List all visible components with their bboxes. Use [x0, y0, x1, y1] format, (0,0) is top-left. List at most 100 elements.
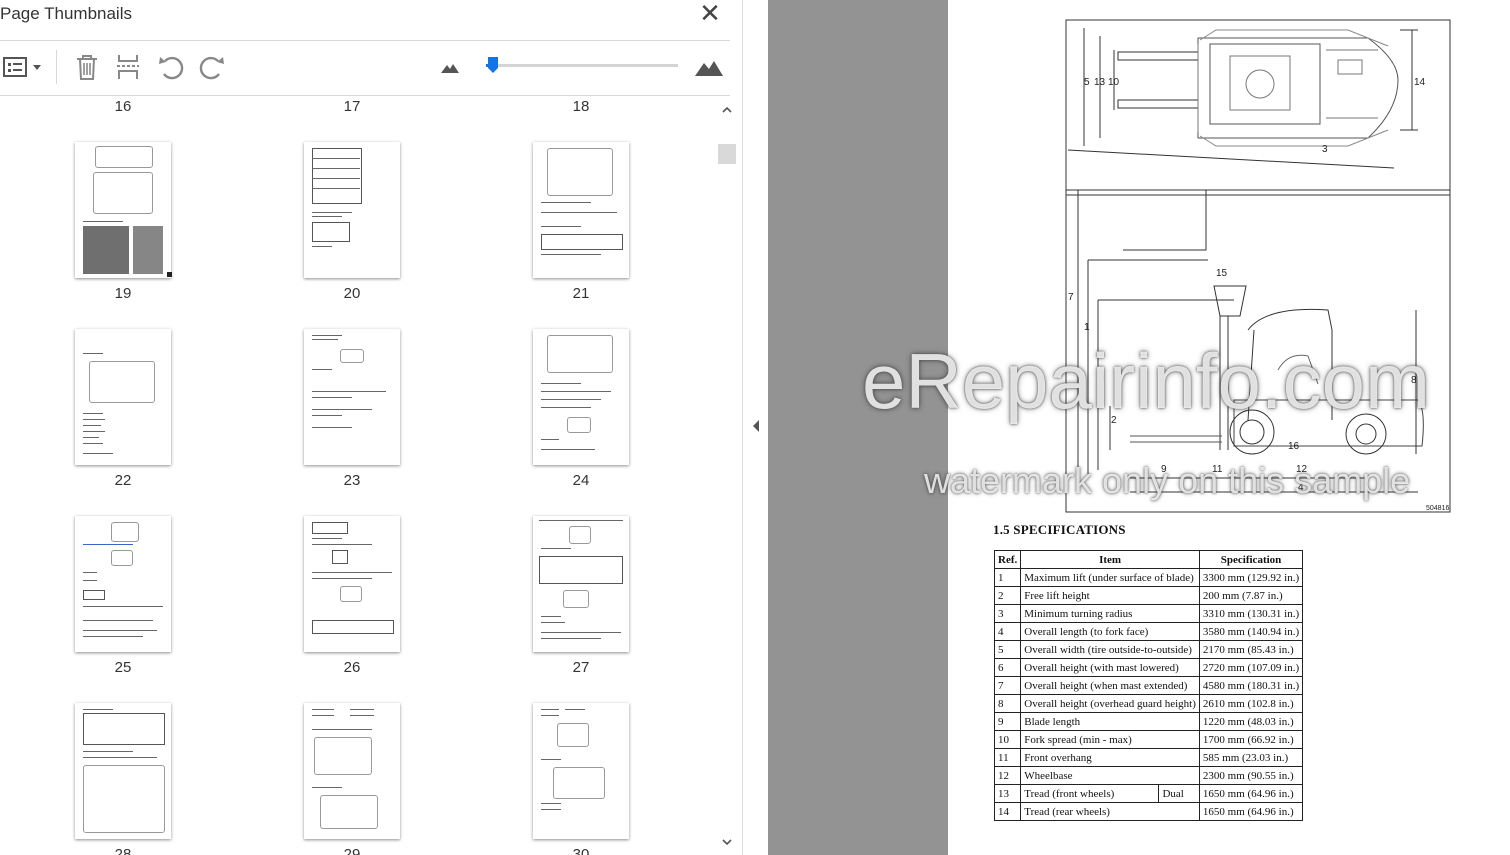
page-thumbnail[interactable]: [533, 329, 629, 465]
page-label: 30: [572, 846, 590, 855]
page-thumbnails-panel: Page Thumbnails ✕ 16 17 18 19 20 21 22 2…: [0, 0, 742, 855]
page-label: 18: [572, 98, 590, 115]
table-row: 6 Overall height (with mast lowered) 2720 …: [993, 658, 1304, 677]
ref-cell: 11: [993, 748, 1022, 767]
page-thumbnail[interactable]: [75, 703, 171, 839]
page-label: 21: [572, 285, 590, 302]
page-label: 22: [114, 472, 132, 489]
section-heading: 1.5 SPECIFICATIONS: [993, 522, 1126, 537]
dimension-label: 7: [1068, 292, 1074, 303]
page-thumbnail[interactable]: [304, 516, 400, 652]
ref-cell: 5: [993, 640, 1022, 659]
item-cell: Overall height (when mast extended): [1020, 676, 1200, 695]
page-thumbnail[interactable]: [304, 142, 400, 278]
spec-cell: 2300 mm (90.55 in.): [1198, 766, 1304, 785]
page-thumbnail[interactable]: [75, 329, 171, 465]
page-label: 26: [343, 659, 361, 676]
dimension-label: 13: [1094, 77, 1106, 88]
spec-cell: 1650 mm (64.96 in.): [1198, 802, 1304, 821]
rotate-clockwise-button[interactable]: [196, 52, 228, 82]
column-header: Ref.: [993, 550, 1022, 569]
thumbnail-options-button[interactable]: [0, 52, 44, 82]
page-label: 23: [343, 472, 361, 489]
item-cell: Fork spread (min - max): [1020, 730, 1200, 749]
table-row: 12 Wheelbase 2300 mm (90.55 in.): [993, 766, 1304, 785]
page-thumbnail[interactable]: [304, 329, 400, 465]
page-label: 25: [114, 659, 132, 676]
delete-pages-button[interactable]: [72, 52, 102, 82]
ref-cell: 7: [993, 676, 1022, 695]
zoom-slider-handle[interactable]: [487, 56, 499, 74]
item-cell: Overall height (with mast lowered): [1020, 658, 1200, 677]
rotate-counterclockwise-icon: [159, 56, 184, 80]
dimension-label: 15: [1216, 268, 1228, 279]
item-cell: Front overhang: [1020, 748, 1200, 767]
spec-cell: 585 mm (23.03 in.): [1198, 748, 1304, 767]
ref-cell: 8: [993, 694, 1022, 713]
item-cell: Tread (rear wheels): [1020, 802, 1200, 821]
ref-cell: 13: [993, 784, 1022, 803]
spec-cell: 1650 mm (64.96 in.): [1198, 784, 1304, 803]
table-row: 11 Front overhang 585 mm (23.03 in.): [993, 748, 1304, 767]
item-cell: Free lift height: [1020, 586, 1200, 605]
zoom-out-button[interactable]: [438, 52, 462, 82]
scroll-up-icon[interactable]: [721, 104, 733, 116]
table-row: 13 Tread (front wheels) Dual 1650 mm (64.96…: [993, 784, 1304, 803]
insert-pages-button[interactable]: [113, 52, 143, 82]
panel-splitter[interactable]: [742, 0, 769, 855]
scrollbar-thumb[interactable]: [718, 144, 736, 164]
trash-icon: [77, 55, 97, 80]
document-page[interactable]: 5 13 10 14 3 7 15 1 6 8 2 16 9 11 12 4 5…: [948, 0, 1510, 855]
dimension-label: 1: [1084, 322, 1090, 333]
insert-pages-icon: [117, 55, 139, 79]
thumbnail-scrollbar[interactable]: [718, 96, 736, 855]
close-icon[interactable]: ✕: [698, 0, 722, 26]
zoom-in-mountain-icon: [695, 61, 723, 76]
zoom-slider-track[interactable]: [486, 64, 678, 67]
page-label: 16: [114, 98, 132, 115]
watermark-subtext: watermark only on this sample: [924, 460, 1411, 501]
spec-cell: 1220 mm (48.03 in.): [1198, 712, 1304, 731]
rotate-counterclockwise-button[interactable]: [155, 52, 187, 82]
ref-cell: 12: [993, 766, 1022, 785]
page-thumbnail[interactable]: [533, 516, 629, 652]
table-row: 5 Overall width (tire outside-to-outside)…: [993, 640, 1304, 659]
zoom-in-button[interactable]: [692, 52, 726, 82]
collapse-panel-icon[interactable]: [750, 418, 762, 434]
watermark-text: eRepairinfo.com: [862, 337, 1430, 425]
dimension-label: 5: [1084, 77, 1090, 88]
panel-title: Page Thumbnails: [0, 4, 132, 23]
item-cell: Minimum turning radius: [1020, 604, 1200, 623]
column-header: Item: [1020, 550, 1200, 569]
variant-cell: Dual: [1158, 784, 1200, 803]
page-label: 17: [343, 98, 361, 115]
spec-cell: 3300 mm (129.92 in.): [1198, 568, 1304, 587]
thumbnail-list[interactable]: 16 17 18 19 20 21 22 23 24 25 26 27 28 2…: [0, 96, 718, 855]
ref-cell: 6: [993, 658, 1022, 677]
table-row: 1 Maximum lift (under surface of blade) 33…: [993, 568, 1304, 587]
page-label: 19: [114, 285, 132, 302]
divider: [0, 40, 730, 41]
slider-handle-icon: [488, 57, 498, 73]
page-thumbnail[interactable]: [75, 142, 171, 278]
table-row: 3 Minimum turning radius 3310 mm (130.31 i…: [993, 604, 1304, 623]
page-thumbnail[interactable]: [75, 516, 171, 652]
ref-cell: 1: [993, 568, 1022, 587]
table-row: 9 Blade length 1220 mm (48.03 in.): [993, 712, 1304, 731]
figure-code: 504816: [1426, 505, 1449, 512]
spec-cell: 1700 mm (66.92 in.): [1198, 730, 1304, 749]
page-thumbnail[interactable]: [533, 703, 629, 839]
page-thumbnail[interactable]: [533, 142, 629, 278]
ref-cell: 2: [993, 586, 1022, 605]
table-row: 8 Overall height (overhead guard height) 2…: [993, 694, 1304, 713]
scroll-down-icon[interactable]: [721, 836, 733, 848]
specifications-table: Ref. Item Specification 1 Maximum lift (u…: [993, 550, 1304, 821]
table-row: 14 Tread (rear wheels) 1650 mm (64.96 in.): [993, 802, 1304, 821]
item-cell: Maximum lift (under surface of blade): [1020, 568, 1200, 587]
zoom-out-mountain-icon: [441, 64, 459, 73]
page-corner-marker: [167, 272, 172, 277]
spec-cell: 4580 mm (180.31 in.): [1198, 676, 1304, 695]
toolbar-separator: [56, 50, 57, 84]
page-label: 24: [572, 472, 590, 489]
page-thumbnail[interactable]: [304, 703, 400, 839]
